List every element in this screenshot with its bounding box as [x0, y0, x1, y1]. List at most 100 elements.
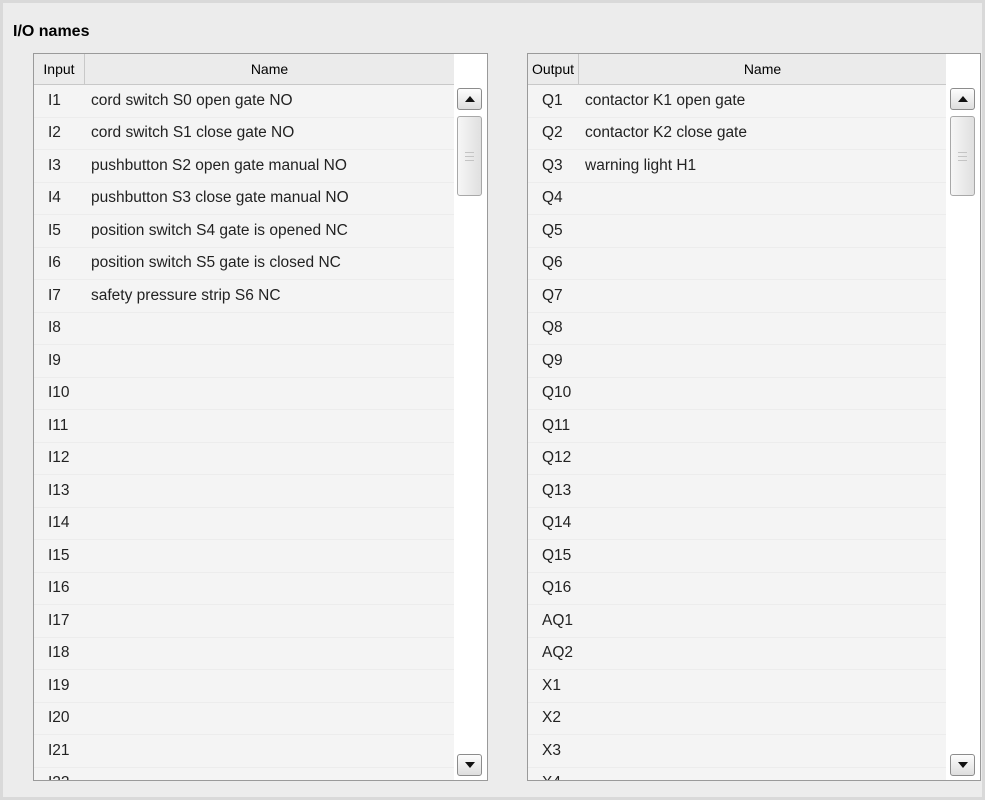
row-id: Q10	[542, 384, 572, 402]
table-row[interactable]: I12	[34, 442, 454, 475]
row-id: Q4	[542, 189, 563, 207]
table-row[interactable]: I11	[34, 410, 454, 443]
row-id: I8	[48, 319, 61, 337]
table-body: I1 cord switch S0 open gate NO I2 cord swi…	[34, 85, 454, 780]
table-row[interactable]: I3 pushbutton S2 open gate manual NO	[34, 150, 454, 183]
table-row[interactable]: I4 pushbutton S3 close gate manual NO	[34, 182, 454, 215]
table-row[interactable]: I5 position switch S4 gate is opened NC	[34, 215, 454, 248]
output-names-table: Output Name Q1 contactor K1 open gate Q2 c…	[527, 53, 981, 781]
input-names-table: Input Name I1 cord switch S0 open gate NO…	[33, 53, 488, 781]
row-id: Q2	[542, 124, 563, 142]
table-row[interactable]: I15	[34, 540, 454, 573]
row-id: Q3	[542, 156, 563, 174]
table-row[interactable]: I16	[34, 572, 454, 605]
row-id: I3	[48, 156, 61, 174]
table-row[interactable]: Q15	[528, 540, 946, 573]
chevron-down-icon	[464, 762, 475, 768]
row-id: I4	[48, 189, 61, 207]
row-id: I20	[48, 709, 70, 727]
row-id: I5	[48, 221, 61, 239]
row-id: I7	[48, 286, 61, 304]
table-row[interactable]: I18	[34, 637, 454, 670]
chevron-up-icon	[464, 96, 475, 102]
row-id: I9	[48, 351, 61, 369]
row-name[interactable]: pushbutton S2 open gate manual NO	[85, 157, 454, 175]
table-row[interactable]: Q16	[528, 572, 946, 605]
table-row[interactable]: I22	[34, 767, 454, 780]
table-row[interactable]: Q11	[528, 410, 946, 443]
scroll-thumb[interactable]	[457, 116, 482, 196]
table-row[interactable]: Q3 warning light H1	[528, 150, 946, 183]
grip-icon	[465, 151, 474, 161]
row-name[interactable]: position switch S5 gate is closed NC	[85, 254, 454, 272]
table-row[interactable]: I7 safety pressure strip S6 NC	[34, 280, 454, 313]
table-row[interactable]: Q14	[528, 507, 946, 540]
table-row[interactable]: I13	[34, 475, 454, 508]
row-name[interactable]: pushbutton S3 close gate manual NO	[85, 189, 454, 207]
table-body: Q1 contactor K1 open gate Q2 contactor K2 …	[528, 85, 946, 780]
row-id: Q16	[542, 579, 572, 597]
table-row[interactable]: AQ1	[528, 605, 946, 638]
table-row[interactable]: X2	[528, 702, 946, 735]
vertical-scrollbar[interactable]	[454, 84, 487, 780]
chevron-down-icon	[957, 762, 968, 768]
table-row[interactable]: Q6	[528, 247, 946, 280]
scroll-up-button[interactable]	[950, 88, 975, 110]
scroll-down-button[interactable]	[457, 754, 482, 776]
row-id: Q15	[542, 546, 572, 564]
vertical-scrollbar[interactable]	[947, 84, 980, 780]
table-row[interactable]: Q13	[528, 475, 946, 508]
row-id: Q14	[542, 514, 572, 532]
table-row[interactable]: Q2 contactor K2 close gate	[528, 117, 946, 150]
table-row[interactable]: Q12	[528, 442, 946, 475]
table-row[interactable]: Q8	[528, 312, 946, 345]
table-row[interactable]: I2 cord switch S1 close gate NO	[34, 117, 454, 150]
table-row[interactable]: I10	[34, 377, 454, 410]
table-row[interactable]: Q7	[528, 280, 946, 313]
row-id: Q13	[542, 481, 572, 499]
table-row[interactable]: I17	[34, 605, 454, 638]
row-id: I18	[48, 644, 70, 662]
column-header-output[interactable]: Output	[528, 54, 579, 84]
panel-title: I/O names	[13, 23, 90, 40]
row-id: Q9	[542, 351, 563, 369]
table-row[interactable]: X4	[528, 767, 946, 780]
row-id: I10	[48, 384, 70, 402]
table-row[interactable]: I1 cord switch S0 open gate NO	[34, 85, 454, 118]
table-row[interactable]: Q9	[528, 345, 946, 378]
row-name[interactable]: safety pressure strip S6 NC	[85, 287, 454, 305]
row-name[interactable]: warning light H1	[579, 157, 946, 175]
table-header: Output Name	[528, 54, 946, 85]
table-row[interactable]: Q1 contactor K1 open gate	[528, 85, 946, 118]
row-id: Q11	[542, 416, 571, 434]
row-name[interactable]: cord switch S1 close gate NO	[85, 124, 454, 142]
table-row[interactable]: Q4	[528, 182, 946, 215]
scroll-up-button[interactable]	[457, 88, 482, 110]
scroll-thumb[interactable]	[950, 116, 975, 196]
row-id: I21	[48, 741, 70, 759]
table-row[interactable]: I6 position switch S5 gate is closed NC	[34, 247, 454, 280]
table-row[interactable]: AQ2	[528, 637, 946, 670]
row-name[interactable]: cord switch S0 open gate NO	[85, 92, 454, 110]
table-row[interactable]: I14	[34, 507, 454, 540]
row-id: I16	[48, 579, 70, 597]
column-header-name[interactable]: Name	[579, 54, 946, 84]
row-id: I13	[48, 481, 70, 499]
table-row[interactable]: X3	[528, 735, 946, 768]
table-row[interactable]: I8	[34, 312, 454, 345]
row-name[interactable]: contactor K2 close gate	[579, 124, 946, 142]
scroll-down-button[interactable]	[950, 754, 975, 776]
table-row[interactable]: Q10	[528, 377, 946, 410]
row-name[interactable]: position switch S4 gate is opened NC	[85, 222, 454, 240]
table-row[interactable]: X1	[528, 670, 946, 703]
row-name[interactable]: contactor K1 open gate	[579, 92, 946, 110]
table-row[interactable]: I19	[34, 670, 454, 703]
table-row[interactable]: I9	[34, 345, 454, 378]
table-row[interactable]: Q5	[528, 215, 946, 248]
table-row[interactable]: I20	[34, 702, 454, 735]
row-id: I17	[48, 611, 70, 629]
row-id: X3	[542, 741, 561, 759]
column-header-input[interactable]: Input	[34, 54, 85, 84]
column-header-name[interactable]: Name	[85, 54, 454, 84]
table-row[interactable]: I21	[34, 735, 454, 768]
